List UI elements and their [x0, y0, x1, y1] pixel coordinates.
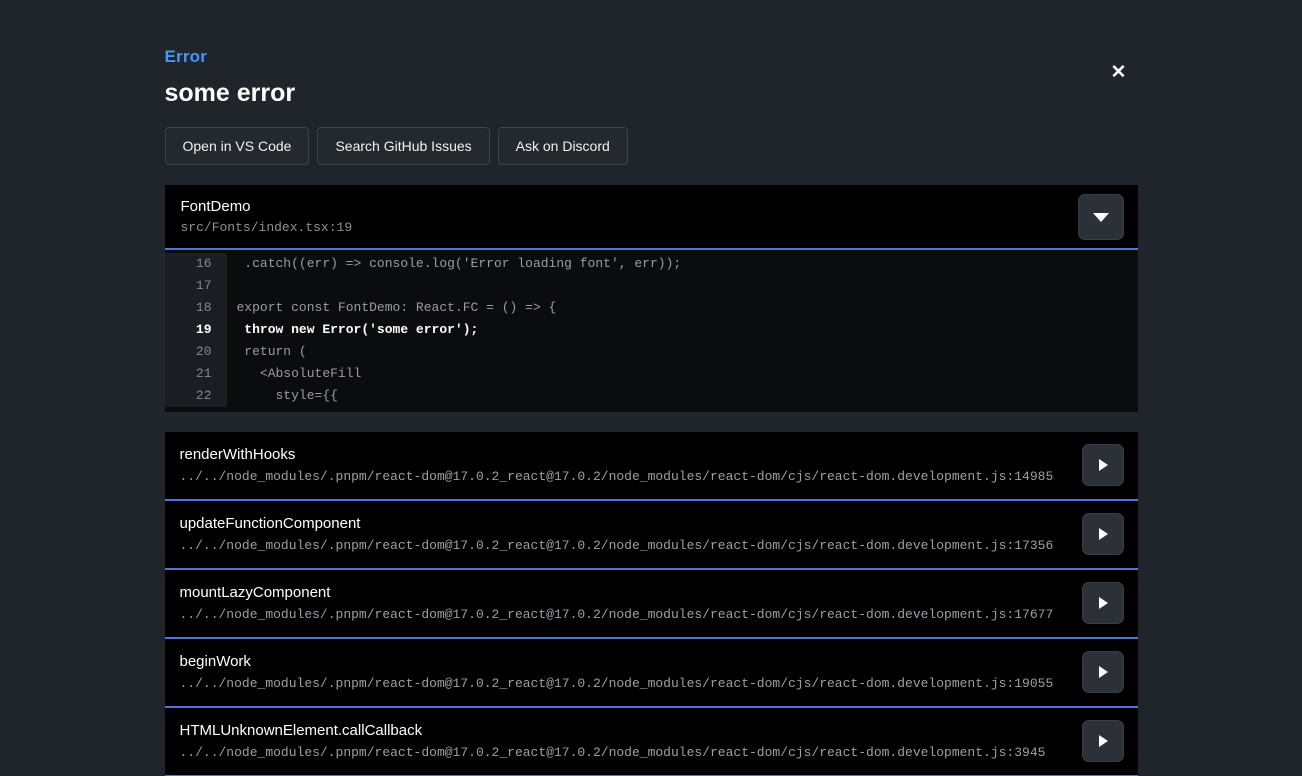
code-frame-header: FontDemo src/Fonts/index.tsx:19 [165, 185, 1138, 250]
close-button[interactable]: ✕ [1106, 60, 1132, 86]
line-number: 18 [165, 297, 227, 319]
stack-frame-function-name: renderWithHooks [180, 446, 1068, 464]
line-number: 19 [165, 319, 227, 341]
stack-frame-row: renderWithHooks ../../node_modules/.pnpm… [165, 432, 1138, 501]
code-text: <AbsoluteFill [227, 363, 1138, 385]
code-line: 21 <AbsoluteFill [165, 363, 1138, 385]
stack-frame-location: ../../node_modules/.pnpm/react-dom@17.0.… [180, 745, 1068, 761]
stack-frame-location: ../../node_modules/.pnpm/react-dom@17.0.… [180, 538, 1068, 554]
code-text: return ( [227, 341, 1138, 363]
code-text: .catch((err) => console.log('Error loadi… [227, 253, 1138, 275]
action-button-label: Open in VS Code [183, 138, 292, 154]
code-line: 22 style={{ [165, 385, 1138, 407]
line-number: 20 [165, 341, 227, 363]
error-type-label: Error [165, 47, 1138, 67]
play-icon [1099, 666, 1108, 678]
stack-frame-function-name: updateFunctionComponent [180, 515, 1068, 533]
open-stack-frame-button[interactable] [1082, 582, 1124, 624]
code-line: 17 [165, 275, 1138, 297]
stack-frame-function-name: mountLazyComponent [180, 584, 1068, 602]
action-button-label: Search GitHub Issues [335, 138, 471, 154]
open-stack-frame-button[interactable] [1082, 651, 1124, 693]
open-stack-frame-button[interactable] [1082, 444, 1124, 486]
play-icon [1099, 597, 1108, 609]
action-buttons-row: Open in VS Code Search GitHub Issues Ask… [165, 127, 1138, 165]
stack-frame-row: mountLazyComponent ../../node_modules/.p… [165, 570, 1138, 639]
line-number: 17 [165, 275, 227, 297]
stack-frame-location: ../../node_modules/.pnpm/react-dom@17.0.… [180, 469, 1068, 485]
line-number: 16 [165, 253, 227, 275]
code-frame-panel: FontDemo src/Fonts/index.tsx:19 16 .catc… [165, 185, 1138, 412]
code-line: 16 .catch((err) => console.log('Error lo… [165, 253, 1138, 275]
code-text: style={{ [227, 385, 1138, 407]
action-button-label: Ask on Discord [516, 138, 610, 154]
collapse-code-frame-button[interactable] [1078, 194, 1124, 240]
code-line: 20 return ( [165, 341, 1138, 363]
chevron-down-icon [1093, 213, 1109, 222]
code-text: throw new Error('some error'); [227, 319, 1138, 341]
open-stack-frame-button[interactable] [1082, 720, 1124, 762]
line-number: 21 [165, 363, 227, 385]
code-line: 18 export const FontDemo: React.FC = () … [165, 297, 1138, 319]
action-button[interactable]: Ask on Discord [498, 127, 628, 165]
stack-frame-row: beginWork ../../node_modules/.pnpm/react… [165, 639, 1138, 708]
stack-frame-location: ../../node_modules/.pnpm/react-dom@17.0.… [180, 676, 1068, 692]
action-button[interactable]: Search GitHub Issues [317, 127, 489, 165]
open-stack-frame-button[interactable] [1082, 513, 1124, 555]
code-snippet: 16 .catch((err) => console.log('Error lo… [165, 250, 1138, 412]
play-icon [1099, 528, 1108, 540]
close-icon: ✕ [1111, 62, 1127, 83]
stack-trace-list: renderWithHooks ../../node_modules/.pnpm… [165, 432, 1138, 776]
code-frame-location: src/Fonts/index.tsx:19 [181, 220, 1122, 236]
stack-frame-row: HTMLUnknownElement.callCallback ../../no… [165, 708, 1138, 776]
stack-frame-location: ../../node_modules/.pnpm/react-dom@17.0.… [180, 607, 1068, 623]
code-line: 19 throw new Error('some error'); [165, 319, 1138, 341]
play-icon [1099, 459, 1108, 471]
play-icon [1099, 735, 1108, 747]
error-message: some error [165, 79, 1138, 108]
stack-frame-row: updateFunctionComponent ../../node_modul… [165, 501, 1138, 570]
code-text [227, 275, 1138, 297]
error-overlay: ✕ Error some error Open in VS Code Searc… [165, 0, 1138, 776]
code-frame-function-name: FontDemo [181, 198, 1122, 216]
stack-frame-function-name: HTMLUnknownElement.callCallback [180, 722, 1068, 740]
action-button[interactable]: Open in VS Code [165, 127, 310, 165]
line-number: 22 [165, 385, 227, 407]
stack-frame-function-name: beginWork [180, 653, 1068, 671]
code-text: export const FontDemo: React.FC = () => … [227, 297, 1138, 319]
